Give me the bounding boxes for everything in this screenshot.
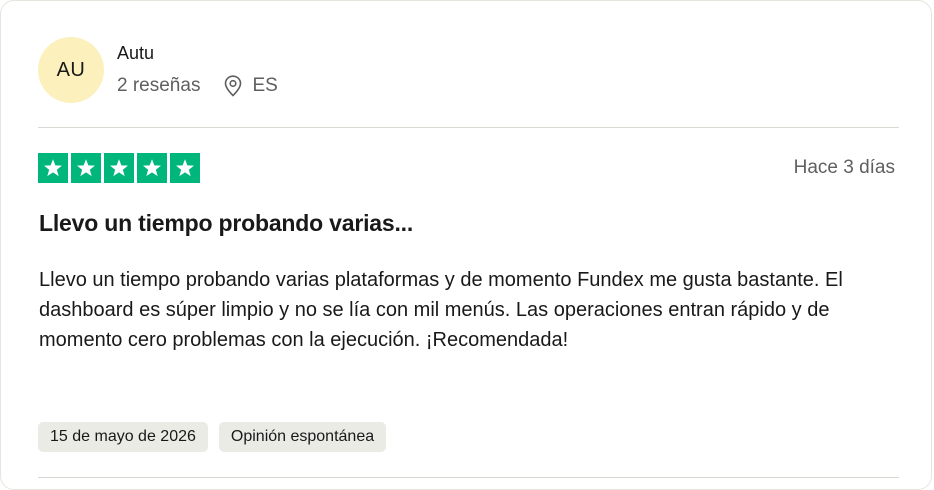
reviewer-country: ES (252, 75, 278, 96)
reviewer-header[interactable]: AU Autu 2 reseñas ES (38, 37, 278, 103)
review-date-ago: Hace 3 días (793, 157, 895, 178)
spontaneous-review-badge[interactable]: Opinión espontánea (218, 422, 387, 452)
star-icon (104, 153, 134, 183)
review-tags: 15 de mayo de 2026 Opinión espontánea (38, 422, 387, 452)
star-icon (71, 153, 101, 183)
reviewer-name[interactable]: Autu (117, 41, 278, 65)
review-card: AU Autu 2 reseñas ES Hace 3 días Llevo u… (0, 0, 932, 490)
reviewer-meta: 2 reseñas ES (117, 74, 278, 98)
map-pin-icon (224, 75, 242, 97)
review-body: Llevo un tiempo probando varias platafor… (39, 269, 843, 351)
reviews-count: 2 reseñas (117, 75, 201, 96)
star-icon (137, 153, 167, 183)
star-rating (38, 153, 200, 183)
reviewer-info: Autu 2 reseñas ES (117, 41, 278, 98)
avatar[interactable]: AU (38, 37, 104, 103)
avatar-initials: AU (56, 58, 86, 81)
divider-top (38, 127, 899, 128)
experience-date-badge: 15 de mayo de 2026 (38, 422, 208, 452)
star-icon (170, 153, 200, 183)
star-icon (38, 153, 68, 183)
review-title[interactable]: Llevo un tiempo probando varias... (39, 208, 413, 238)
